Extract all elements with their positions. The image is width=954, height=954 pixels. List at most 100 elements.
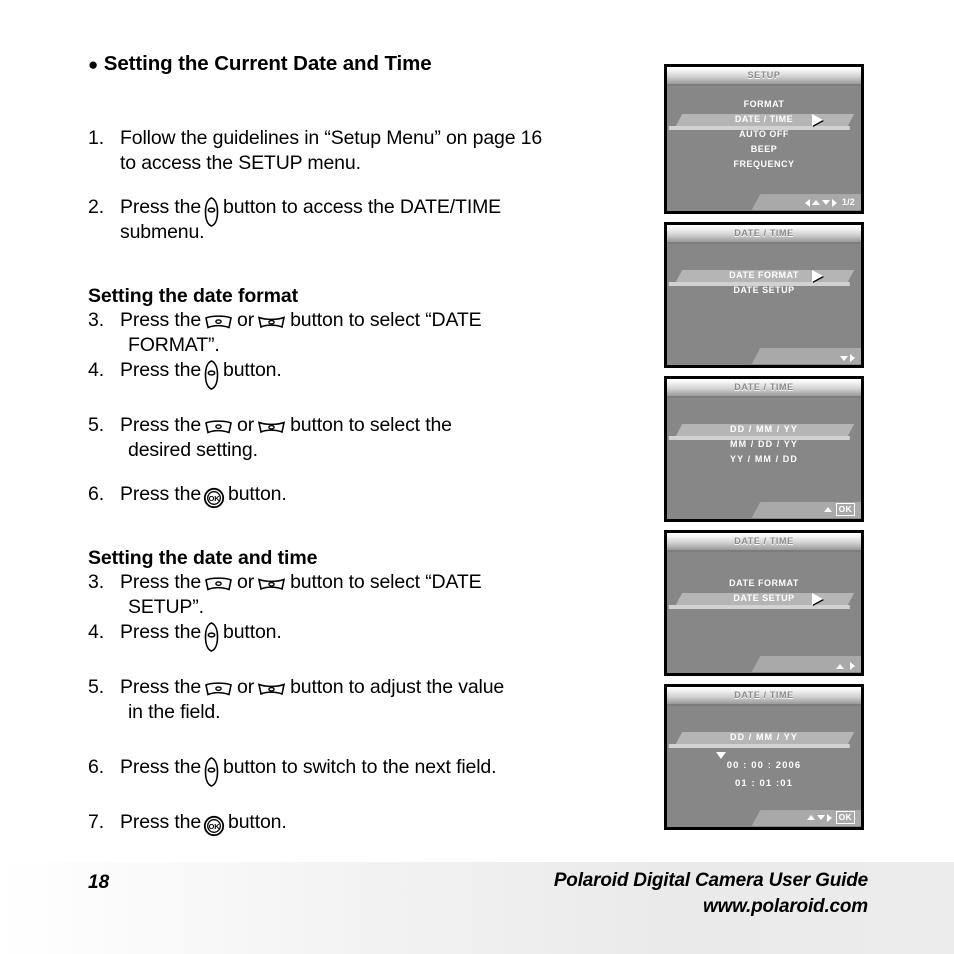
step-line: Press the or button to adjust the value	[120, 675, 648, 700]
step-number: 4.	[88, 359, 104, 381]
step-5-date-format: 5. Press the or button to select the desir…	[88, 413, 648, 463]
arrow-up-icon	[823, 507, 832, 512]
arrow-right-icon	[850, 662, 855, 670]
menu-item-format[interactable]: FORMAT	[667, 97, 861, 112]
step-line: Press the OK button.	[120, 482, 648, 508]
step-text-pre: Press the	[120, 811, 202, 833]
step-text-mid: or	[237, 571, 255, 593]
menu-item-beep[interactable]: BEEP	[667, 142, 861, 157]
step-line: desired setting.	[128, 439, 258, 461]
footer-website: www.polaroid.com	[703, 896, 868, 917]
page-number: 18	[88, 872, 110, 893]
step-body: Press the OK button.	[120, 810, 648, 836]
vertical-rocker-button-icon	[203, 360, 220, 391]
lcd-inner: DATE / TIME DATE FORMAT DATE SETUP	[667, 225, 861, 365]
lcd-screen-date-setup-values: DATE / TIME DD / MM / YY 00 : 00 : 2006 …	[664, 684, 864, 830]
step-2: 2. Press the button to access the DATE/TI…	[88, 195, 648, 245]
selection-arrow-icon	[812, 114, 824, 127]
step-text-pre: Press the	[120, 359, 202, 381]
menu-item-auto-off[interactable]: AUTO OFF	[667, 127, 861, 142]
section-heading-current-date-time: ● Setting the Current Date and Time	[88, 52, 648, 76]
step-text-pre: Press the	[120, 196, 202, 218]
step-body: Press the button to switch to the next fi…	[120, 755, 648, 788]
lcd-footer-strip	[667, 653, 861, 673]
menu-item-date-setup[interactable]: DATE SETUP	[667, 591, 861, 606]
step-line: Press the button.	[120, 358, 648, 391]
step-4-date-format: 4. Press the button.	[88, 358, 648, 391]
lcd-screen-date-setup-menu: DATE / TIME DATE FORMAT DATE SETUP	[664, 530, 864, 676]
menu-item-date-setup[interactable]: DATE SETUP	[667, 283, 861, 298]
lcd-footer-strip: 1/2	[667, 191, 861, 211]
step-6-date-format: 6. Press the OK button.	[88, 482, 648, 508]
step-line: Press the or button to select “DATE	[120, 308, 648, 333]
menu-item-yy-mm-dd[interactable]: YY / MM / DD	[667, 452, 861, 467]
step-text-post: button.	[223, 621, 282, 643]
vertical-rocker-button-icon	[203, 622, 220, 653]
step-text-mid: or	[237, 414, 255, 436]
selection-arrow-icon	[812, 593, 824, 606]
step-line: FORMAT”.	[128, 334, 220, 356]
step-line: Press the OK button.	[120, 810, 648, 836]
step-4-date-time: 4. Press the button.	[88, 620, 648, 653]
step-1: 1. Follow the guidelines in “Setup Menu”…	[88, 126, 648, 176]
menu-item-date-time[interactable]: DATE / TIME	[667, 112, 861, 127]
step-number: 7.	[88, 811, 104, 833]
step-line: to access the SETUP menu.	[120, 152, 361, 174]
arrow-down-icon	[821, 200, 830, 205]
step-number: 5.	[88, 414, 104, 436]
step-text-post: button to select “DATE	[290, 309, 482, 331]
lcd-inner: DATE / TIME DD / MM / YY 00 : 00 : 2006 …	[667, 687, 861, 827]
ok-badge: OK	[835, 503, 855, 516]
menu-item-frequency[interactable]: FREQUENCY	[667, 157, 861, 172]
subheading-date-and-time: Setting the date and time	[88, 547, 318, 569]
lcd-title-bar: SETUP	[667, 67, 861, 86]
date-value-line[interactable]: 00 : 00 : 2006	[667, 759, 861, 773]
menu-item-date-format[interactable]: DATE FORMAT	[667, 576, 861, 591]
time-value-line[interactable]: 01 : 01 :01	[667, 777, 861, 791]
step-number: 3.	[88, 309, 104, 331]
section-heading-label: Setting the Current Date and Time	[103, 52, 432, 75]
step-text-mid: or	[237, 676, 255, 698]
step-text-pre: Press the	[120, 414, 202, 436]
zoom-tele-button-icon	[256, 419, 287, 436]
zoom-wide-button-icon	[203, 314, 234, 331]
step-7-date-time: 7. Press the OK button.	[88, 810, 648, 836]
step-line: Press the button.	[120, 620, 648, 653]
step-line: Press the or button to select “DATE	[120, 570, 648, 595]
step-text-post: button.	[223, 359, 282, 381]
step-line: SETUP”.	[128, 596, 204, 618]
step-text-post: button to access the DATE/TIME	[223, 196, 502, 218]
menu-item-dd-mm-yy[interactable]: DD / MM / YY	[667, 422, 861, 437]
instruction-text-column: ● Setting the Current Date and Time 1. F…	[88, 52, 648, 836]
arrow-left-icon	[804, 198, 810, 207]
lcd-footer-strip: OK	[667, 807, 861, 827]
selection-arrow-icon	[812, 270, 824, 283]
menu-item-date-format[interactable]: DATE FORMAT	[667, 268, 861, 283]
zoom-tele-button-icon	[256, 681, 287, 698]
subheading-date-format: Setting the date format	[88, 285, 299, 307]
zoom-wide-button-icon	[203, 681, 234, 698]
lcd-footer-keys	[836, 662, 855, 670]
lcd-screenshot-column: SETUP FORMAT DATE / TIME AUTO OFF BEEP F…	[664, 64, 866, 838]
arrow-right-icon	[826, 813, 832, 822]
step-number: 4.	[88, 621, 104, 643]
step-6-date-time: 6. Press the button to switch to the next…	[88, 755, 648, 788]
zoom-tele-button-icon	[256, 314, 287, 331]
step-line: in the field.	[128, 701, 221, 723]
page-footer: 18 Polaroid Digital Camera User Guide ww…	[0, 862, 954, 954]
svg-text:OK: OK	[209, 494, 221, 503]
step-body: Press the or button to select “DATE FORMAT…	[120, 308, 648, 358]
lcd-footer-keys: OK	[823, 503, 855, 516]
step-number: 6.	[88, 756, 104, 778]
step-5-date-time: 5. Press the or button to adjust the value…	[88, 675, 648, 725]
step-body: Press the button.	[120, 620, 648, 653]
step-text-post: button.	[228, 811, 287, 833]
zoom-wide-button-icon	[203, 419, 234, 436]
zoom-tele-button-icon	[256, 576, 287, 593]
step-text-pre: Press the	[120, 676, 202, 698]
menu-item-mm-dd-yy[interactable]: MM / DD / YY	[667, 437, 861, 452]
lcd-inner: DATE / TIME DATE FORMAT DATE SETUP	[667, 533, 861, 673]
step-text-pre: Press the	[120, 483, 202, 505]
menu-item-dd-mm-yy[interactable]: DD / MM / YY	[667, 730, 861, 745]
step-text-pre: Press the	[120, 571, 202, 593]
